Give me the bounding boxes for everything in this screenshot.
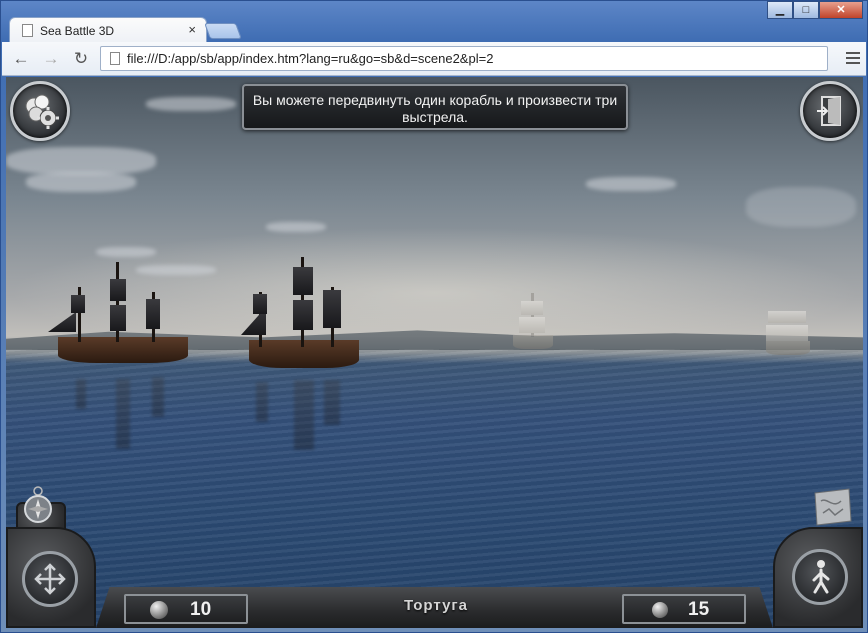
tab-close-button[interactable]: × <box>188 22 196 37</box>
ship-reflection <box>246 372 366 462</box>
settings-button[interactable] <box>10 81 70 141</box>
browser-toolbar: ← → ↻ file:///D:/app/sb/app/index.htm?la… <box>2 42 866 76</box>
document-icon <box>22 24 33 37</box>
enemy-shots-count: 15 <box>688 599 710 620</box>
title-bar: Sea Battle 3D × ▁ □ ✕ <box>1 1 867 43</box>
cannonball-icon <box>652 602 668 618</box>
cloud <box>746 187 856 227</box>
window-controls: ▁ □ ✕ <box>767 1 863 21</box>
compass-icon[interactable] <box>18 483 58 528</box>
pirate-ship[interactable] <box>241 252 371 372</box>
exit-door-icon <box>816 95 846 132</box>
cloud <box>266 222 326 232</box>
walking-man-icon <box>806 558 836 603</box>
enemy-ship[interactable] <box>511 289 556 354</box>
browser-window: Sea Battle 3D × ▁ □ ✕ ← → ↻ file:///D:/a… <box>0 0 868 633</box>
game-message: Вы можете передвинуть один корабль и про… <box>242 84 628 130</box>
game-viewport[interactable]: Вы можете передвинуть один корабль и про… <box>6 77 863 628</box>
location-name: Тортуга <box>404 597 468 614</box>
minimize-button[interactable]: ▁ <box>767 1 793 19</box>
close-window-button[interactable]: ✕ <box>819 1 863 19</box>
reload-button[interactable]: ↻ <box>70 48 92 70</box>
menu-icon[interactable] <box>846 52 860 67</box>
cloud <box>96 247 156 257</box>
enemy-ship[interactable] <box>764 307 814 357</box>
cannonball-icon <box>150 601 168 619</box>
ship-reflection <box>58 369 188 459</box>
browser-tab[interactable]: Sea Battle 3D × <box>9 17 207 43</box>
settings-icon <box>21 92 61 132</box>
player-ammo: 10 <box>124 594 248 624</box>
cloud <box>6 147 156 175</box>
player-shots-count: 10 <box>190 599 212 620</box>
move-arrows-icon <box>32 561 68 602</box>
back-button[interactable]: ← <box>10 48 32 70</box>
forward-button[interactable]: → <box>40 48 62 70</box>
address-bar[interactable]: file:///D:/app/sb/app/index.htm?lang=ru&… <box>100 46 828 71</box>
new-tab-button[interactable] <box>204 23 242 39</box>
pirate-ship[interactable] <box>48 257 198 372</box>
page-icon <box>110 52 120 65</box>
url-text: file:///D:/app/sb/app/index.htm?lang=ru&… <box>127 51 494 66</box>
cloud <box>146 97 236 111</box>
cloud <box>586 177 676 191</box>
cloud <box>26 172 136 192</box>
move-button[interactable] <box>22 551 78 607</box>
walk-button[interactable] <box>792 549 848 605</box>
enemy-ammo: 15 <box>622 594 746 624</box>
tab-title: Sea Battle 3D <box>40 24 115 38</box>
exit-button[interactable] <box>800 81 860 141</box>
maximize-button[interactable]: □ <box>793 1 819 19</box>
